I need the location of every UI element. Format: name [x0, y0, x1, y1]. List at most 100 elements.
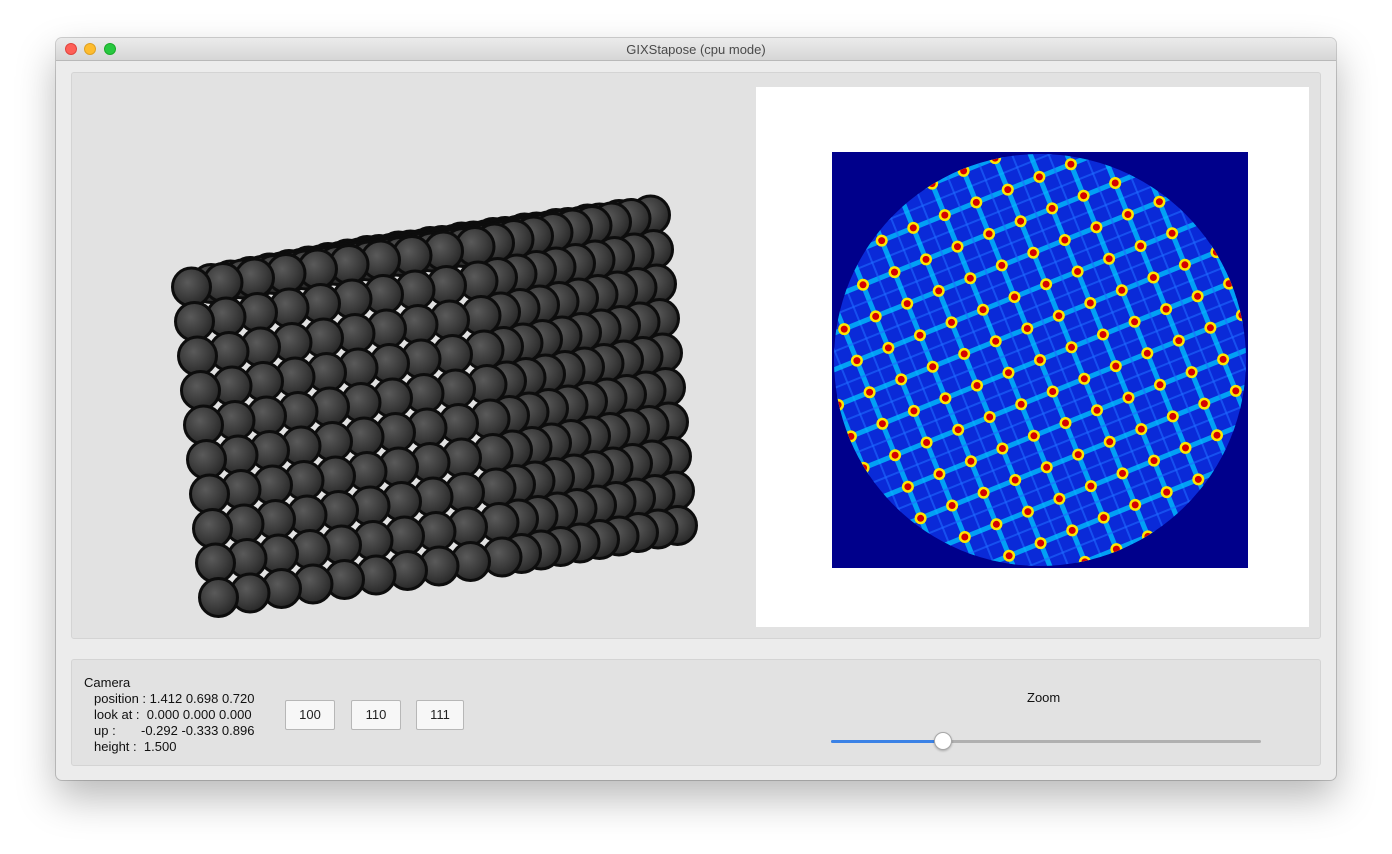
window-title: GIXStapose (cpu mode) [626, 42, 766, 57]
particle-sphere [180, 370, 221, 411]
diffraction-peak [878, 237, 886, 245]
view-111-button[interactable]: 111 [416, 700, 464, 730]
diffraction-peak [929, 363, 937, 371]
diffraction-peak [1055, 312, 1063, 320]
camera-heading: Camera [84, 675, 131, 690]
diffraction-peak [922, 255, 930, 263]
diffraction-peak [1080, 192, 1088, 200]
diffraction-peak [1068, 526, 1076, 534]
diffraction-peak [859, 281, 867, 289]
particle-cube-3d-view[interactable] [122, 87, 742, 627]
diffraction-peak [992, 520, 1000, 528]
diffraction-peak [903, 300, 911, 308]
particle-sphere [192, 508, 233, 549]
diffraction-peak [909, 224, 917, 232]
diffraction-peak [948, 502, 956, 509]
diffraction-peak [1011, 476, 1019, 484]
diffraction-peak [1005, 369, 1012, 377]
diffraction-peak [1100, 514, 1108, 522]
diffraction-peak [904, 483, 912, 491]
diffraction-peak [1168, 229, 1176, 237]
diffraction-peak [884, 344, 892, 352]
diffraction-peak [941, 211, 949, 219]
diffraction-peak [1124, 211, 1132, 218]
diffraction-peak [979, 306, 987, 314]
diffraction-peak [1042, 280, 1050, 288]
diffraction-peak [1125, 394, 1132, 402]
control-panel: Camera position : 1.412 0.698 0.720 look… [71, 659, 1321, 766]
diffraction-peak [972, 198, 980, 206]
camera-info: Camera position : 1.412 0.698 0.720 look… [84, 675, 255, 755]
diffraction-peak [1137, 425, 1145, 433]
diffraction-peak [1086, 299, 1094, 307]
diffraction-peak [1048, 204, 1056, 212]
diffraction-peak [1005, 552, 1013, 560]
diffraction-peak [961, 533, 969, 541]
particle-sphere [189, 473, 230, 515]
diffraction-peak [853, 357, 861, 365]
diffraction-peak [1206, 324, 1214, 332]
diffraction-peak [1080, 375, 1088, 383]
diffraction-peak [1043, 463, 1051, 471]
diffraction-peak [1182, 444, 1189, 452]
diffraction-peak [840, 325, 848, 333]
diffraction-peak [1150, 457, 1158, 465]
diffraction-peak [1175, 337, 1183, 345]
diffraction-peak [1062, 419, 1069, 427]
zoom-slider-fill [831, 740, 943, 743]
zoom-slider[interactable] [831, 732, 1261, 750]
diffraction-peak [1068, 343, 1075, 351]
diffraction-peak [910, 407, 918, 415]
diffraction-peak [967, 457, 975, 465]
particle-sphere [198, 577, 239, 618]
diffraction-peak [1131, 501, 1139, 509]
camera-up-label: up : [94, 723, 116, 738]
diffraction-peak [985, 230, 993, 238]
particle-sphere [186, 439, 227, 480]
diffraction-peak [923, 439, 931, 446]
diffraction-peak [1036, 356, 1044, 364]
particle-sphere [183, 404, 224, 446]
diffraction-peak [1163, 488, 1171, 496]
zoom-slider-thumb[interactable] [933, 732, 952, 750]
diffraction-peak [1200, 400, 1208, 408]
diffraction-peak [1067, 160, 1075, 168]
diffraction-peak [1037, 539, 1045, 547]
diffraction-peak [1023, 325, 1031, 332]
view-110-button[interactable]: 110 [351, 700, 401, 730]
diffraction-peak [916, 331, 924, 339]
diffraction-peak [1030, 432, 1038, 440]
title-bar[interactable]: GIXStapose (cpu mode) [56, 38, 1336, 61]
particle-sphere [174, 301, 215, 342]
diffraction-peak [1011, 293, 1018, 301]
camera-height-row: height : 1.500 [84, 739, 255, 755]
diffraction-peak [954, 243, 961, 251]
camera-up-value: -0.292 -0.333 0.896 [140, 723, 255, 738]
view-100-button[interactable]: 100 [285, 700, 335, 730]
diffraction-peak [1119, 469, 1126, 477]
diffraction-peak [935, 287, 943, 295]
diffraction-peak [1017, 400, 1025, 408]
diffraction-peak [1087, 482, 1095, 490]
particle-sphere [177, 335, 218, 377]
diffraction-peak [1194, 292, 1202, 300]
diffraction-peak [998, 261, 1006, 269]
diffraction-peak [1162, 305, 1170, 313]
particle-sphere [195, 542, 236, 584]
diffraction-peak [1093, 406, 1101, 414]
diffraction-peak [872, 312, 880, 320]
diffraction-peak [897, 375, 905, 383]
diffraction-peak [1194, 475, 1202, 483]
diffraction-peak [891, 268, 898, 276]
diffraction-peak [1004, 186, 1012, 194]
diffraction-peak [1061, 236, 1069, 244]
diffraction-peak [1131, 318, 1139, 326]
diffraction-peak [966, 274, 974, 282]
diffraction-peak [1118, 286, 1126, 294]
camera-height-label: height : [94, 739, 137, 754]
diffraction-peak [1105, 255, 1113, 263]
diffraction-peak [980, 489, 988, 497]
camera-look-at-row: look at : 0.000 0.000 0.000 [84, 707, 255, 723]
diffraction-peak [1149, 274, 1157, 281]
diffraction-peak [1024, 508, 1032, 516]
